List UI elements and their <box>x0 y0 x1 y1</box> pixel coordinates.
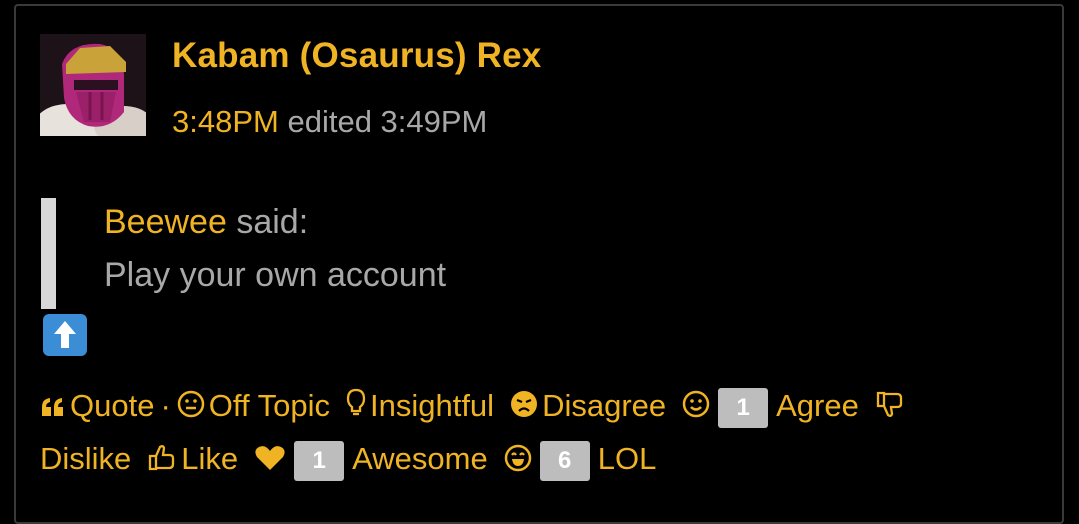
lightbulb-icon <box>346 382 366 433</box>
quote-text: Play your own account <box>104 256 447 294</box>
edited-label: edited 3:49PM <box>287 104 488 139</box>
separator: · <box>160 388 171 423</box>
awesome-button[interactable]: 1 Awesome <box>254 433 488 486</box>
quote-label: Quote <box>70 388 155 423</box>
agree-count-badge: 1 <box>718 387 769 428</box>
up-arrow-emoji-icon <box>43 314 87 356</box>
disagree-label: Disagree <box>542 388 667 423</box>
thumbs-up-icon <box>147 436 177 487</box>
laughing-face-icon <box>504 436 532 487</box>
disagree-button[interactable]: Disagree <box>510 380 666 433</box>
lol-button[interactable]: 6 LOL <box>504 433 657 487</box>
reactions-bar: Quote · Off Topic Insightful Disagree 1A… <box>40 380 1040 487</box>
like-label: Like <box>181 441 239 477</box>
like-button[interactable]: Like <box>147 433 238 486</box>
lol-count-badge: 6 <box>539 441 590 482</box>
lol-label: LOL <box>597 441 657 477</box>
quote-header: Beewee said: <box>104 203 308 242</box>
off-topic-label: Off Topic <box>208 388 330 423</box>
dislike-button[interactable]: Dislike <box>40 433 131 484</box>
insightful-button[interactable]: Insightful <box>346 380 494 433</box>
agree-button[interactable]: 1 Agree <box>682 380 859 433</box>
heart-icon <box>254 436 286 487</box>
avatar-image <box>40 34 146 136</box>
quote-button[interactable]: Quote <box>40 380 154 433</box>
author-name[interactable]: Kabam (Osaurus) Rex <box>172 36 541 76</box>
quote-author-link[interactable]: Beewee <box>104 203 227 241</box>
post-meta: 3:48PM edited 3:49PM <box>172 104 487 140</box>
angry-face-icon <box>510 382 538 433</box>
off-topic-button[interactable]: Off Topic <box>177 380 330 433</box>
dislike-icon-wrap[interactable] <box>875 380 909 433</box>
neutral-face-icon <box>177 382 205 433</box>
awesome-count-badge: 1 <box>294 441 345 482</box>
quote-icon <box>40 382 66 433</box>
thumbs-down-icon <box>875 382 905 433</box>
insightful-label: Insightful <box>369 388 495 423</box>
quote-bar <box>41 198 56 309</box>
dislike-label: Dislike <box>40 441 132 477</box>
agree-label: Agree <box>776 388 859 423</box>
post-time-link[interactable]: 3:48PM <box>172 104 279 139</box>
smile-face-icon <box>682 382 710 433</box>
quote-said-label: said: <box>236 203 309 241</box>
avatar[interactable] <box>40 34 146 136</box>
awesome-label: Awesome <box>352 441 488 477</box>
